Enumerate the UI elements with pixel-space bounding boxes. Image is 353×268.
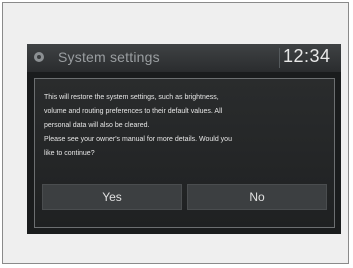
gear-icon [34, 52, 44, 62]
no-button[interactable]: No [187, 184, 327, 210]
page-title: System settings [58, 49, 160, 65]
message-line: Please see your owner's manual for more … [44, 136, 232, 143]
message-line: like to continue? [44, 150, 95, 157]
message-line: volume and routing preferences to their … [44, 108, 223, 115]
display-screen: System settings 12:34 This will restore … [27, 44, 341, 234]
dialog-message: This will restore the system settings, s… [44, 91, 324, 161]
yes-button[interactable]: Yes [42, 184, 182, 210]
figure-frame: System settings 12:34 This will restore … [2, 2, 349, 264]
header-bar: System settings 12:34 [27, 44, 341, 72]
confirm-dialog: This will restore the system settings, s… [34, 78, 335, 228]
clock: 12:34 [283, 46, 331, 66]
message-line: personal data will also be cleared. [44, 122, 150, 129]
clock-divider [279, 48, 280, 68]
message-line: This will restore the system settings, s… [44, 94, 219, 101]
